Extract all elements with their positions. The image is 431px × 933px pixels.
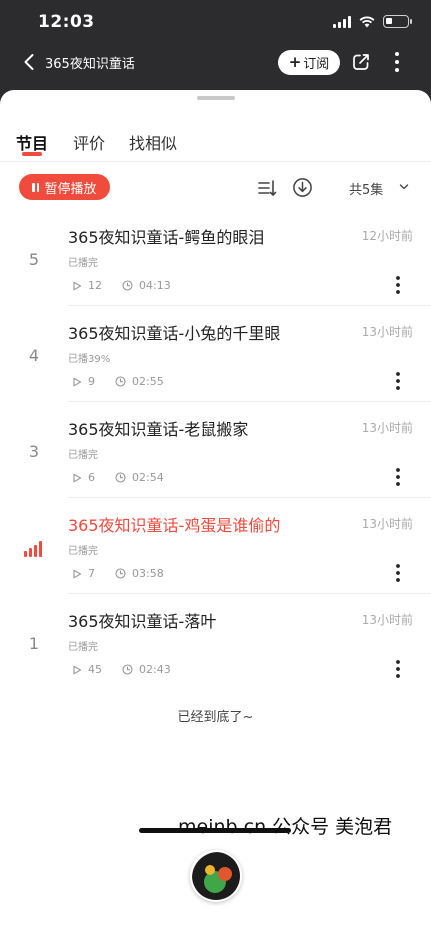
episode-more-icon[interactable] xyxy=(394,371,402,391)
episode-row[interactable]: 1 365夜知识童话-落叶 13小时前已播完 45 02:43 xyxy=(0,594,431,690)
episode-more-icon[interactable] xyxy=(394,563,402,583)
episode-duration: 02:55 xyxy=(132,375,164,388)
episode-duration: 02:54 xyxy=(132,471,164,484)
episode-more-icon[interactable] xyxy=(394,467,402,487)
subscribe-label: 订阅 xyxy=(303,57,330,72)
episode-row[interactable]: 3 365夜知识童话-老鼠搬家 13小时前已播完 6 02:54 xyxy=(0,402,431,498)
play-count: 9 xyxy=(88,375,95,388)
avatar-artwork xyxy=(192,852,240,900)
clock-icon xyxy=(115,472,126,483)
wifi-icon xyxy=(359,16,375,27)
pause-icon xyxy=(32,182,40,192)
clock-icon xyxy=(115,568,126,579)
header: 365夜知识童话 + 订阅 xyxy=(0,44,431,80)
episode-title[interactable]: 365夜知识童话-小兔的千里眼 xyxy=(68,320,280,344)
episode-progress-status: 已播39% xyxy=(68,354,111,365)
episode-progress-status: 已播完 xyxy=(68,450,98,461)
tab-bar: 节目 评价 找相似 xyxy=(0,126,431,166)
episode-number: 1 xyxy=(28,634,40,653)
clock-icon xyxy=(122,664,133,675)
share-icon[interactable] xyxy=(351,52,371,72)
episode-meta: 6 02:54 xyxy=(72,471,164,484)
status-bar: 12:03 xyxy=(0,0,431,46)
episode-meta: 7 03:58 xyxy=(72,567,164,580)
subscribe-button[interactable]: + 订阅 xyxy=(278,50,340,75)
status-time: 12:03 xyxy=(38,12,95,32)
play-count-icon xyxy=(73,569,82,578)
episode-row[interactable]: 4 365夜知识童话-小兔的千里眼 13小时前已播39% 9 02:55 xyxy=(0,306,431,402)
play-count-icon xyxy=(73,281,82,290)
episode-number: 4 xyxy=(28,346,40,365)
end-of-list-text: 已经到底了~ xyxy=(177,710,254,725)
episode-time: 13小时前 xyxy=(361,325,413,339)
clock-icon xyxy=(115,376,126,387)
episode-title[interactable]: 365夜知识童话-鸡蛋是谁偷的 xyxy=(68,512,280,536)
episode-more-icon[interactable] xyxy=(394,275,402,295)
plus-icon: + xyxy=(288,53,302,71)
play-count: 12 xyxy=(88,279,102,292)
episode-row[interactable]: 5 365夜知识童话-鳄鱼的眼泪 12小时前已播完 12 04:13 xyxy=(0,210,431,306)
episode-title[interactable]: 365夜知识童话-落叶 xyxy=(68,608,216,632)
pause-label: 暂停播放 xyxy=(44,181,97,197)
signal-icon xyxy=(333,15,351,28)
album-title: 365夜知识童话 xyxy=(45,57,135,72)
play-count-icon xyxy=(73,665,82,674)
floating-player-avatar[interactable] xyxy=(190,850,242,902)
episode-duration: 04:13 xyxy=(139,279,171,292)
episode-duration: 03:58 xyxy=(132,567,164,580)
sort-icon[interactable] xyxy=(257,178,277,198)
play-count-icon xyxy=(73,473,82,482)
episode-count[interactable]: 共5集 xyxy=(349,179,383,198)
episode-title[interactable]: 365夜知识童话-老鼠搬家 xyxy=(68,416,248,440)
episode-time: 13小时前 xyxy=(361,517,413,531)
list-toolbar: 暂停播放 共5集 xyxy=(0,174,431,202)
tab-reviews[interactable]: 评价 xyxy=(73,130,105,154)
tab-programs[interactable]: 节目 xyxy=(16,130,48,154)
episode-progress-status: 已播完 xyxy=(68,258,98,269)
episode-progress-status: 已播完 xyxy=(68,642,98,653)
chevron-down-icon[interactable] xyxy=(399,182,409,192)
episode-meta: 9 02:55 xyxy=(72,375,164,388)
screen: 12:03 365夜知识童话 + 订阅 节目 评价 找相似 暂停播放 共5集 5… xyxy=(0,0,431,933)
tab-similar[interactable]: 找相似 xyxy=(129,130,177,154)
back-arrow-icon[interactable] xyxy=(20,52,40,72)
episode-duration: 02:43 xyxy=(139,663,171,676)
status-icons xyxy=(333,15,412,28)
play-count: 45 xyxy=(88,663,102,676)
download-icon[interactable] xyxy=(292,177,313,198)
episode-time: 12小时前 xyxy=(361,229,413,243)
episode-progress-status: 已播完 xyxy=(68,546,98,557)
divider xyxy=(0,161,431,162)
watermark-text: meinb.cn 公众号 美泡君 xyxy=(178,816,393,838)
episode-more-icon[interactable] xyxy=(394,659,402,679)
pause-button[interactable]: 暂停播放 xyxy=(19,174,110,200)
episode-time: 13小时前 xyxy=(361,613,413,627)
episode-row[interactable]: 365夜知识童话-鸡蛋是谁偷的 13小时前已播完 7 03:58 xyxy=(0,498,431,594)
episode-sheet: 节目 评价 找相似 暂停播放 共5集 5 365夜知识童话-鳄鱼的眼泪 12小时前已… xyxy=(0,90,431,933)
episode-meta: 45 02:43 xyxy=(72,663,171,676)
play-count-icon xyxy=(73,377,82,386)
now-playing-icon xyxy=(24,541,42,557)
active-tab-indicator xyxy=(22,152,42,156)
play-count: 7 xyxy=(88,567,95,580)
episode-number: 3 xyxy=(28,442,40,461)
clock-icon xyxy=(122,280,133,291)
episode-meta: 12 04:13 xyxy=(72,279,171,292)
play-count: 6 xyxy=(88,471,95,484)
episode-time: 13小时前 xyxy=(361,421,413,435)
more-options-icon[interactable] xyxy=(392,50,402,74)
episode-number: 5 xyxy=(28,250,40,269)
episode-title[interactable]: 365夜知识童话-鳄鱼的眼泪 xyxy=(68,224,264,248)
battery-icon xyxy=(383,15,412,28)
sheet-grabber[interactable] xyxy=(197,96,235,100)
